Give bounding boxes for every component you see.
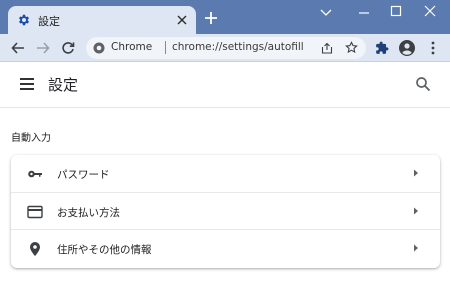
puzzle-icon [376, 41, 389, 54]
close-window-button[interactable] [420, 4, 440, 22]
list-item-label: 住所やその他の情報 [57, 244, 152, 256]
autofill-card: パスワード お支払い方法 住所やその他の情報 [11, 155, 440, 268]
address-bar[interactable]: Chrome chrome://settings/autofill [86, 37, 366, 59]
forward-button[interactable] [34, 39, 52, 57]
tab-title: 設定 [38, 15, 60, 28]
list-item-payment-methods[interactable]: お支払い方法 [11, 192, 440, 229]
browser-toolbar: Chrome chrome://settings/autofill [0, 34, 450, 62]
extensions-button[interactable] [374, 40, 390, 56]
chrome-site-icon [93, 42, 105, 54]
list-item-label: お支払い方法 [57, 207, 120, 219]
credit-card-icon [27, 205, 43, 219]
plus-icon [205, 12, 217, 24]
menu-button[interactable] [425, 40, 441, 56]
arrow-right-icon [414, 169, 418, 177]
reload-button[interactable] [59, 39, 77, 57]
close-icon [424, 5, 436, 17]
reload-icon [62, 42, 75, 54]
omnibox-separator [165, 41, 166, 54]
more-vertical-icon [431, 41, 435, 55]
arrow-right-icon [414, 244, 418, 252]
profile-icon [399, 40, 415, 56]
profile-avatar[interactable] [399, 40, 415, 56]
main-menu-button[interactable] [20, 78, 34, 90]
hamburger-icon-bar [20, 83, 34, 85]
maximize-icon [390, 5, 402, 17]
tab-search-button[interactable] [316, 4, 336, 22]
gear-icon [18, 14, 30, 26]
hamburger-icon-bar [20, 88, 34, 90]
share-icon[interactable] [321, 42, 333, 54]
search-icon[interactable] [415, 76, 431, 92]
hamburger-icon-bar [20, 78, 34, 80]
chevron-down-icon [320, 9, 332, 16]
tab-close-button[interactable] [174, 12, 190, 28]
arrow-right-icon [37, 42, 50, 54]
minimize-button[interactable] [354, 4, 374, 22]
location-pin-icon [30, 242, 40, 256]
key-icon [28, 170, 42, 178]
list-item-label: パスワード [57, 169, 110, 181]
section-heading: 自動入力 [11, 133, 51, 144]
minimize-icon [359, 12, 369, 14]
settings-header: 設定 [0, 62, 450, 108]
list-item-addresses[interactable]: 住所やその他の情報 [11, 229, 440, 266]
new-tab-button[interactable] [202, 9, 220, 27]
tab-settings[interactable]: 設定 [8, 6, 196, 34]
star-icon[interactable] [345, 41, 358, 54]
page-title: 設定 [48, 76, 79, 94]
back-button[interactable] [9, 39, 27, 57]
close-icon [177, 15, 187, 25]
url-text[interactable]: chrome://settings/autofill [172, 41, 304, 53]
tab-strip: 設定 [0, 0, 450, 34]
list-item-passwords[interactable]: パスワード [11, 155, 440, 192]
maximize-button[interactable] [386, 4, 406, 22]
arrow-left-icon [11, 42, 24, 54]
site-chip-label: Chrome [111, 41, 153, 53]
arrow-right-icon [414, 207, 418, 215]
